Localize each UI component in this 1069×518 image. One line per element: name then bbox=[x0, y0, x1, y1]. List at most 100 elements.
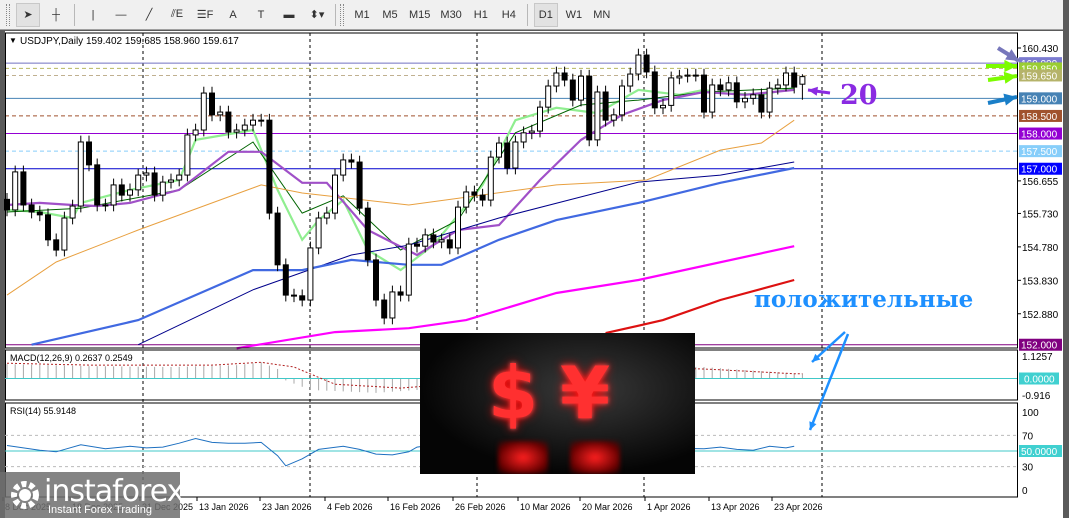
candle[interactable] bbox=[602, 85, 609, 127]
candle-body-up bbox=[774, 84, 781, 89]
candle-body-up bbox=[405, 243, 412, 296]
candle-body-down bbox=[348, 159, 355, 163]
candle-body-down bbox=[791, 72, 798, 88]
rsi-tick-label: 100 bbox=[1022, 408, 1039, 419]
macd-tick-label: -0.916 bbox=[1022, 391, 1051, 402]
candle-body-down bbox=[282, 264, 289, 296]
candle-body-up bbox=[389, 291, 396, 319]
candle[interactable] bbox=[61, 211, 68, 257]
collapse-icon: ▼ bbox=[9, 36, 17, 45]
candle[interactable] bbox=[332, 168, 338, 220]
candle-body-up bbox=[455, 206, 461, 249]
candle-body-down bbox=[717, 84, 724, 91]
y-tick-label: 160.430 bbox=[1022, 44, 1059, 55]
usd-jpy-picture: $ ¥ bbox=[420, 333, 695, 474]
candle-body-down bbox=[479, 194, 486, 201]
x-tick-label: 20 Mar 2026 bbox=[582, 502, 633, 512]
x-tick-label: 10 Mar 2026 bbox=[520, 502, 571, 512]
x-tick-label: 23 Apr 2026 bbox=[774, 502, 823, 512]
candle-body-down bbox=[151, 172, 158, 196]
candle-body-down bbox=[53, 239, 60, 251]
candle-body-down bbox=[373, 259, 379, 301]
candle[interactable] bbox=[274, 206, 281, 272]
instaforex-logo: instaforex Instant Forex Trading bbox=[0, 472, 184, 518]
candle-body-up bbox=[463, 191, 470, 208]
x-tick-label: 4 Feb 2026 bbox=[327, 502, 373, 512]
candle-body-up bbox=[143, 172, 150, 176]
candle-body-down bbox=[602, 91, 609, 121]
candle[interactable] bbox=[282, 258, 289, 302]
candle[interactable] bbox=[405, 237, 412, 302]
candle-body-up bbox=[692, 74, 699, 77]
candle[interactable] bbox=[701, 68, 707, 119]
candle[interactable] bbox=[651, 65, 658, 115]
candle[interactable] bbox=[668, 71, 675, 112]
candle[interactable] bbox=[315, 211, 322, 255]
candle[interactable] bbox=[94, 158, 101, 212]
candle-body-up bbox=[192, 129, 199, 136]
candle-body-down bbox=[471, 191, 478, 196]
candle-body-up bbox=[725, 82, 732, 91]
macd-zero-label: 0.0000 bbox=[1024, 375, 1055, 386]
candle-body-up bbox=[742, 97, 748, 103]
candle-body-down bbox=[209, 92, 215, 116]
candle[interactable] bbox=[356, 155, 363, 215]
candle[interactable] bbox=[586, 69, 593, 147]
candle-body-up bbox=[258, 119, 265, 122]
candle-body-down bbox=[446, 239, 453, 249]
candle-body-up bbox=[422, 234, 429, 247]
candle-body-up bbox=[627, 73, 634, 87]
gear-icon bbox=[11, 481, 39, 509]
price-level-label: 159.000 bbox=[1021, 94, 1058, 105]
candle-body-up bbox=[537, 106, 543, 132]
x-tick-label: 13 Apr 2026 bbox=[711, 502, 760, 512]
candle[interactable] bbox=[77, 135, 84, 213]
candle[interactable] bbox=[594, 85, 601, 147]
candle-body-up bbox=[512, 141, 519, 169]
candle-body-down bbox=[364, 207, 371, 261]
y-tick-label: 156.655 bbox=[1022, 177, 1059, 188]
reflection bbox=[570, 441, 620, 474]
candle[interactable] bbox=[200, 86, 207, 137]
candle[interactable] bbox=[20, 165, 27, 212]
candle-body-up bbox=[323, 212, 330, 219]
candle-body-up bbox=[660, 104, 666, 109]
candle-body-up bbox=[233, 129, 240, 133]
y-tick-label: 152.880 bbox=[1022, 310, 1059, 321]
candle[interactable] bbox=[487, 150, 494, 207]
candle-body-up bbox=[127, 189, 133, 196]
x-tick-label: 26 Feb 2026 bbox=[455, 502, 506, 512]
candle[interactable] bbox=[709, 78, 716, 119]
candle-body-up bbox=[12, 171, 19, 211]
rsi-mid-label: 50.0000 bbox=[1021, 447, 1058, 458]
candle[interactable] bbox=[619, 79, 625, 122]
chart-header: USDJPY,Daily 159.402 159.685 158.960 159… bbox=[20, 36, 239, 47]
y-tick-label: 154.780 bbox=[1022, 243, 1059, 254]
candle[interactable] bbox=[266, 113, 273, 220]
candle-body-up bbox=[750, 94, 757, 99]
candle[interactable] bbox=[307, 241, 314, 307]
candle-body-up bbox=[77, 141, 84, 207]
rsi-tick-label: 0 bbox=[1022, 486, 1028, 497]
x-tick-label: 13 Jan 2026 bbox=[199, 502, 249, 512]
candle-body-down bbox=[20, 171, 27, 206]
yen-symbol: ¥ bbox=[560, 351, 611, 435]
candle[interactable] bbox=[364, 201, 371, 267]
candle-body-down bbox=[291, 294, 297, 297]
price-level-label: 157.000 bbox=[1021, 165, 1058, 176]
x-tick-label: 1 Apr 2026 bbox=[647, 502, 691, 512]
candle[interactable] bbox=[373, 253, 379, 307]
candle[interactable] bbox=[455, 200, 461, 255]
candle-body-down bbox=[381, 299, 388, 319]
price-level-label: 158.500 bbox=[1021, 112, 1058, 123]
candle[interactable] bbox=[12, 165, 19, 217]
candle-body-up bbox=[594, 91, 601, 141]
window-border bbox=[1063, 0, 1069, 518]
candle[interactable] bbox=[184, 128, 191, 182]
rsi-tick-label: 30 bbox=[1022, 463, 1034, 474]
annotation-text: положительные bbox=[754, 286, 974, 313]
candle-body-down bbox=[701, 74, 707, 113]
candle-body-down bbox=[356, 161, 363, 209]
candle-body-up bbox=[709, 84, 716, 113]
price-level-label: 152.000 bbox=[1021, 341, 1058, 352]
